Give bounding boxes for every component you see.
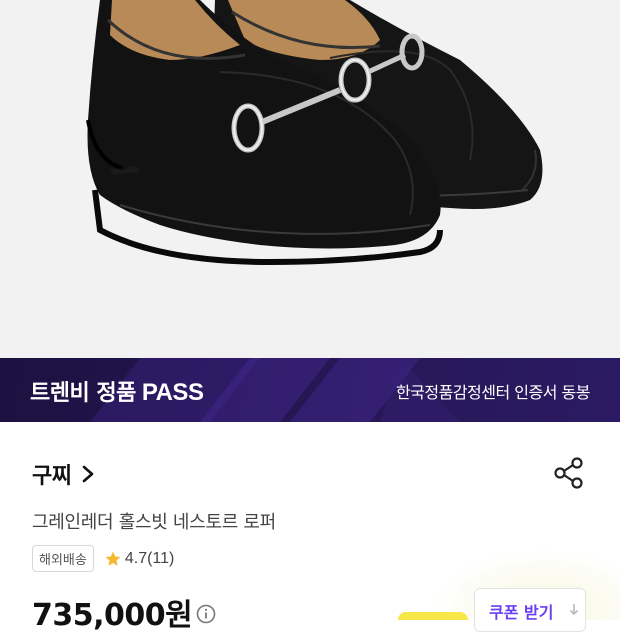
chevron-right-icon [83, 465, 94, 483]
coupon-label: 쿠폰 받기 [489, 603, 554, 622]
coupon-button[interactable]: 쿠폰 받기 [474, 588, 586, 632]
rating-value[interactable]: 4.7 [125, 550, 147, 568]
download-icon [569, 604, 579, 616]
banner-subtitle: 한국정품감정센터 인증서 동봉 [395, 383, 591, 402]
product-image[interactable] [0, 0, 620, 358]
star-icon [105, 551, 121, 566]
product-price: 735,000원 [32, 598, 193, 633]
banner-title-text: 트렌비 정품 [30, 381, 136, 406]
info-icon[interactable] [196, 604, 216, 624]
brand-name: 구찌 [32, 464, 72, 489]
banner-title: 트렌비 정품 PASS [30, 375, 204, 407]
promo-accent [398, 612, 468, 620]
pass-badge: PASS [141, 379, 204, 406]
review-count[interactable]: (11) [147, 550, 174, 568]
product-title: 그레인레더 홀스빗 네스토르 로퍼 [32, 512, 276, 533]
shipping-badge: 해외배송 [32, 545, 94, 572]
brand-link[interactable]: 구찌 [32, 458, 95, 490]
share-icon[interactable] [552, 456, 586, 490]
authenticity-banner[interactable]: 트렌비 정품 PASS 한국정품감정센터 인증서 동봉 [0, 358, 620, 422]
product-meta: 해외배송 4.7 (11) [32, 545, 174, 572]
loafer-shoes-illustration [86, 0, 543, 266]
